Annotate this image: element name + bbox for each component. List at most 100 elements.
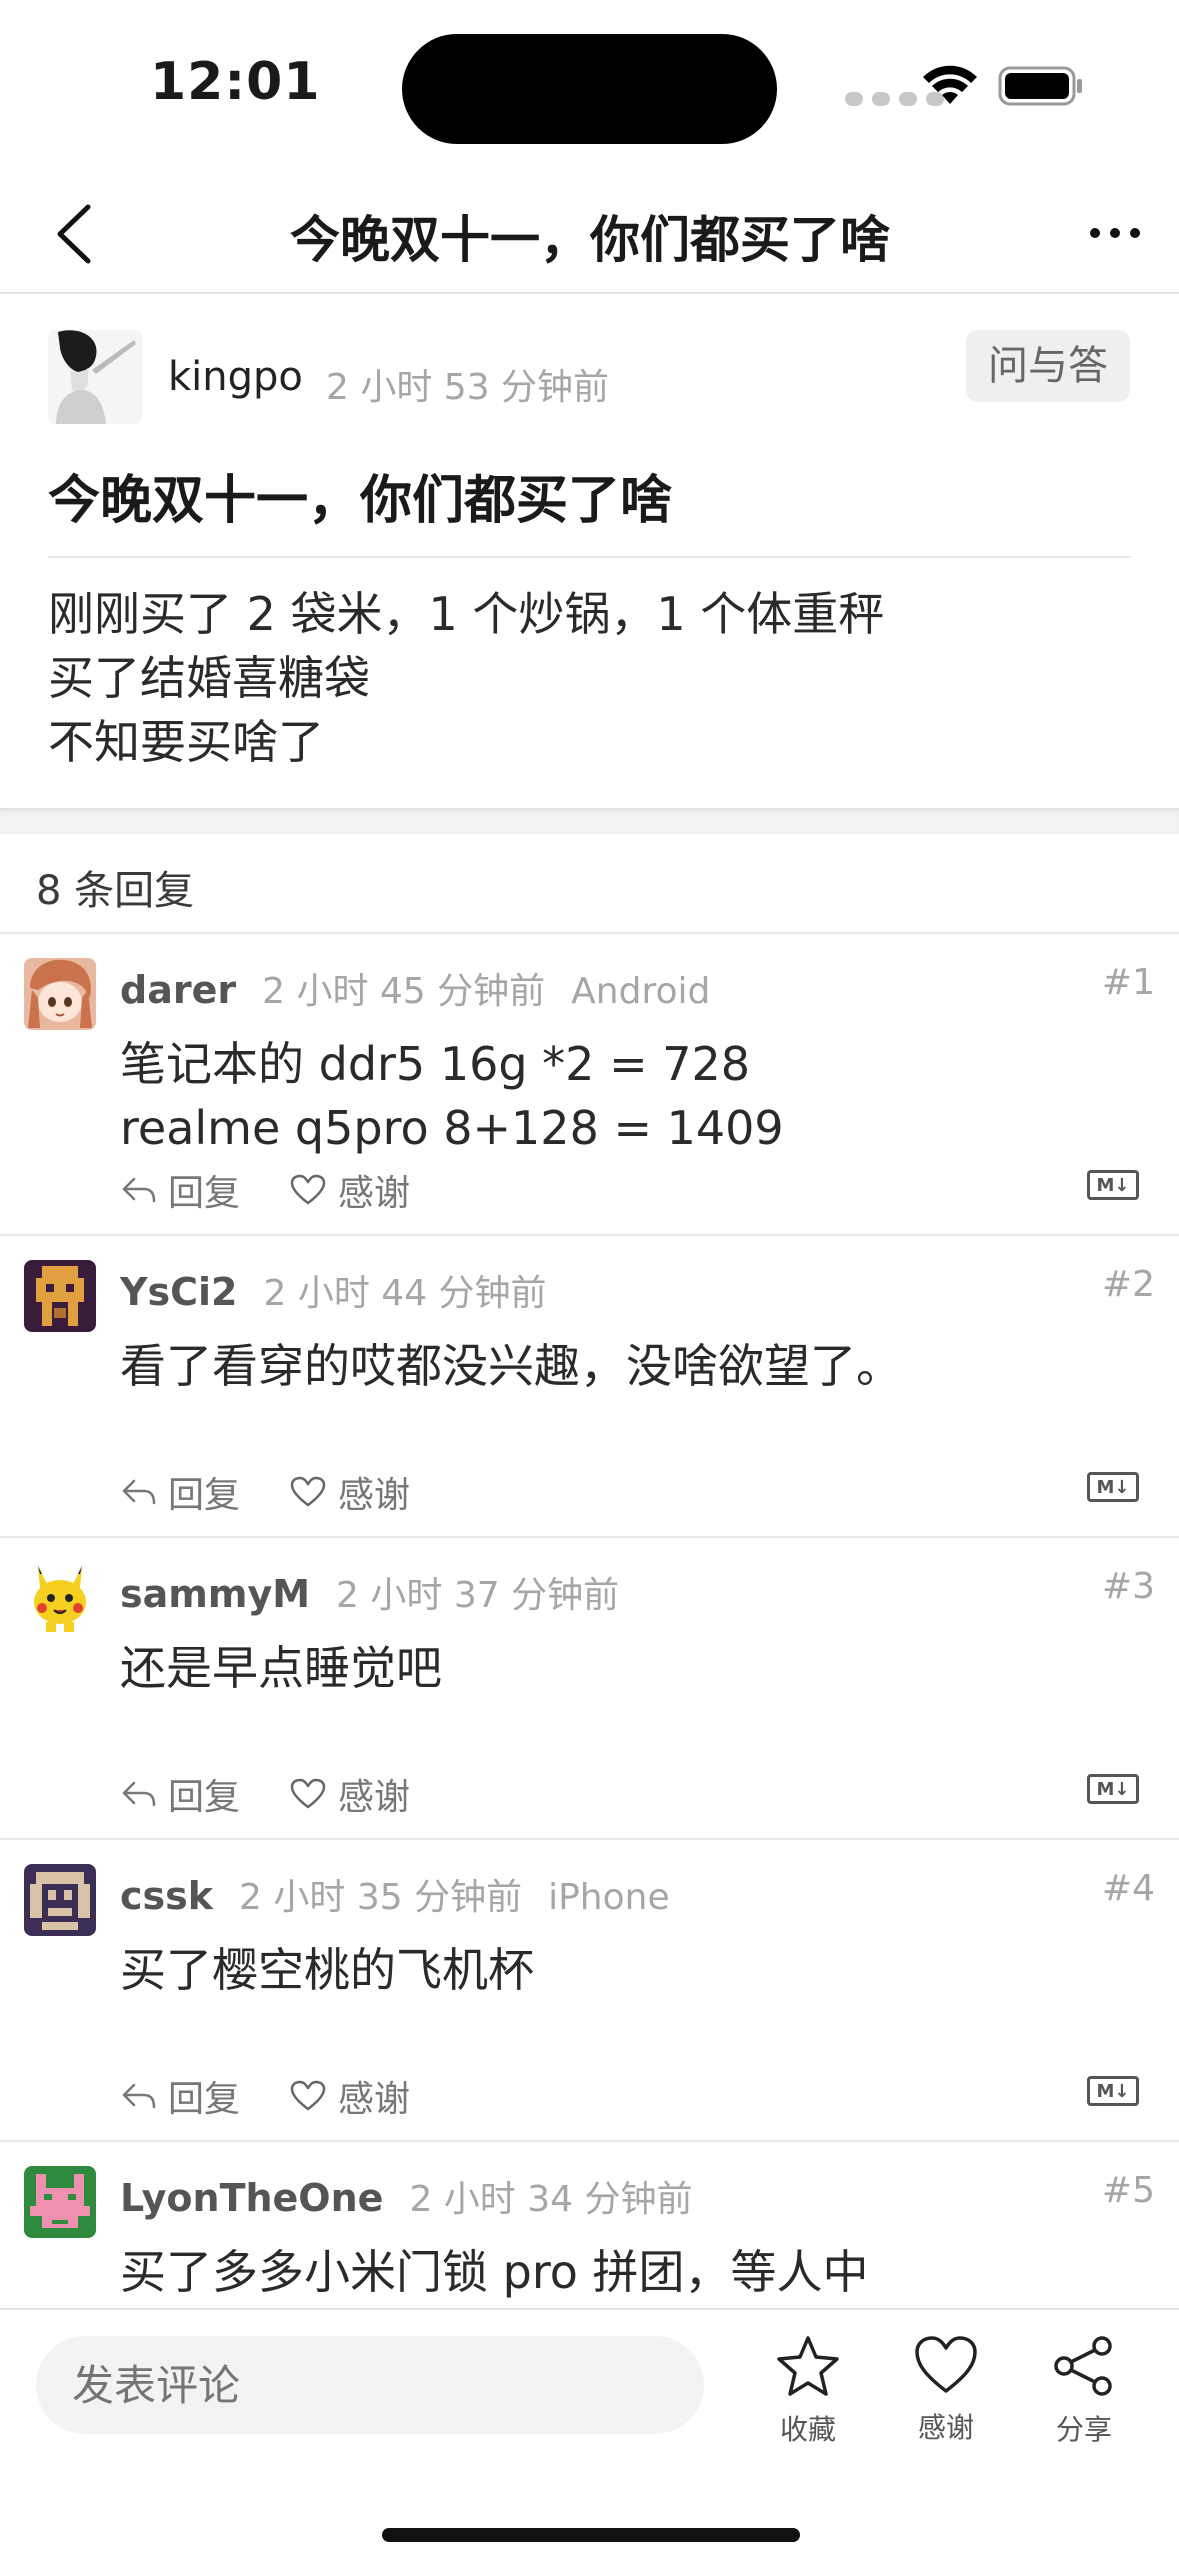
avatar[interactable]: [24, 1562, 96, 1634]
reply-author[interactable]: YsCi2: [120, 1270, 238, 1314]
reply-item: YsCi2 2 小时 44 分钟前 #2 看了看穿的哎都没兴趣，没啥欲望了。 回…: [0, 1236, 1179, 1538]
reply-button[interactable]: 回复: [120, 1768, 240, 1820]
thanks-button[interactable]: 感谢: [290, 1768, 410, 1820]
thanks-button-label: 感谢: [338, 1475, 411, 1516]
chevron-left-icon: [57, 204, 91, 264]
floor-number: #3: [1101, 1566, 1155, 1607]
reply-actions: 回复 感谢: [120, 1466, 410, 1518]
heart-icon: [290, 2080, 326, 2111]
share-button[interactable]: 分享: [1024, 2334, 1144, 2448]
reply-author[interactable]: LyonTheOne: [120, 2176, 383, 2220]
reply-meta: cssk 2 小时 35 分钟前 iPhone: [120, 1868, 670, 1920]
markdown-icon[interactable]: M↓: [1087, 1774, 1139, 1804]
divider: [48, 556, 1131, 558]
topic-time: 2 小时 53 分钟前: [326, 367, 610, 408]
reply-body-line: 笔记本的 ddr5 16g *2 = 728: [120, 1037, 751, 1091]
reply-meta: YsCi2 2 小时 44 分钟前: [120, 1264, 547, 1316]
avatar[interactable]: [24, 2166, 96, 2238]
heart-icon: [290, 1476, 326, 1507]
reply-item: cssk 2 小时 35 分钟前 iPhone #4 买了樱空桃的飞机杯 回复 …: [0, 1840, 1179, 2142]
avatar[interactable]: [24, 1260, 96, 1332]
reply-button-label: 回复: [168, 1777, 241, 1818]
avatar[interactable]: [24, 958, 96, 1030]
reply-button-label: 回复: [168, 2079, 241, 2120]
page-title: 今晚双十一，你们都买了啥: [290, 211, 890, 269]
reply-count: 8 条回复: [36, 868, 195, 914]
comment-input[interactable]: [36, 2336, 704, 2434]
reply-meta: darer 2 小时 45 分钟前 Android: [120, 962, 710, 1014]
markdown-icon[interactable]: M↓: [1087, 1170, 1139, 1200]
favorite-button[interactable]: 收藏: [748, 2334, 868, 2448]
topic-body-line: 买了结婚喜糖袋: [48, 651, 370, 705]
reply-body-line: realme q5pro 8+128 = 1409: [120, 1101, 784, 1155]
avatar[interactable]: [24, 1864, 96, 1936]
avatar-image: [24, 1260, 96, 1332]
reply-button[interactable]: 回复: [120, 1164, 240, 1216]
reply-body-line: 买了多多小米门锁 pro 拼团，等人中: [120, 2245, 869, 2299]
thanks-label: 感谢: [917, 2411, 974, 2444]
avatar[interactable]: [48, 330, 142, 424]
reply-body: 笔记本的 ddr5 16g *2 = 728 realme q5pro 8+12…: [120, 1032, 784, 1160]
reply-meta: sammyM 2 小时 37 分钟前: [120, 1566, 619, 1618]
avatar-image: [24, 958, 96, 1030]
avatar-image: [48, 330, 142, 424]
reply-arrow-icon: [122, 1177, 156, 1203]
reply-button[interactable]: 回复: [120, 2070, 240, 2122]
thanks-button[interactable]: 感谢: [290, 1466, 410, 1518]
thanks-button-label: 感谢: [338, 2079, 411, 2120]
markdown-icon[interactable]: M↓: [1087, 2076, 1139, 2106]
favorite-label: 收藏: [779, 2413, 836, 2446]
reply-body-line: 买了樱空桃的飞机杯: [120, 1943, 534, 1997]
reply-body: 买了多多小米门锁 pro 拼团，等人中: [120, 2240, 869, 2304]
bottom-toolbar: 收藏 感谢 分享: [0, 2308, 1179, 2556]
reply-body-line: 还是早点睡觉吧: [120, 1641, 442, 1695]
reply-body: 买了樱空桃的飞机杯: [120, 1938, 534, 2002]
thanks-button[interactable]: 感谢: [290, 2070, 410, 2122]
status-time: 12:01: [150, 52, 321, 112]
reply-time: 2 小时 37 分钟前: [336, 1575, 620, 1616]
reply-actions: 回复 感谢: [120, 1164, 410, 1216]
reply-device: Android: [571, 971, 711, 1012]
reply-body-line: 看了看穿的哎都没兴趣，没啥欲望了。: [120, 1339, 902, 1393]
thanks-button-label: 感谢: [338, 1173, 411, 1214]
reply-arrow-icon: [122, 1781, 156, 1807]
reply-body: 还是早点睡觉吧: [120, 1636, 442, 1700]
heart-icon: [290, 1174, 326, 1205]
avatar-image: [24, 2166, 96, 2238]
thanks-button[interactable]: 感谢: [290, 1164, 410, 1216]
topic-author[interactable]: kingpo: [168, 354, 303, 400]
back-button[interactable]: [34, 194, 114, 274]
reply-author[interactable]: sammyM: [120, 1572, 310, 1616]
reply-meta: LyonTheOne 2 小时 34 分钟前: [120, 2170, 693, 2222]
thanks-button[interactable]: 感谢: [886, 2334, 1006, 2446]
floor-number: #5: [1101, 2170, 1155, 2211]
floor-number: #2: [1101, 1264, 1155, 1305]
navigation-bar: 今晚双十一，你们都买了啥: [0, 170, 1179, 294]
status-bar: 12:01: [0, 0, 1179, 170]
reply-time: 2 小时 45 分钟前: [262, 971, 546, 1012]
reply-time: 2 小时 44 分钟前: [263, 1273, 547, 1314]
reply-time: 2 小时 35 分钟前: [239, 1877, 523, 1918]
node-badge[interactable]: 问与答: [966, 330, 1130, 402]
reply-author[interactable]: cssk: [120, 1874, 213, 1918]
markdown-icon[interactable]: M↓: [1087, 1472, 1139, 1502]
reply-device: iPhone: [548, 1877, 670, 1918]
topic-title: 今晚双十一，你们都买了啥: [48, 471, 673, 531]
reply-arrow-icon: [122, 1479, 156, 1505]
more-button[interactable]: [1080, 198, 1150, 268]
topic-body-line: 刚刚买了 2 袋米，1 个炒锅，1 个体重秤: [48, 587, 885, 641]
share-label: 分享: [1055, 2413, 1112, 2446]
reply-button-label: 回复: [168, 1173, 241, 1214]
reply-actions: 回复 感谢: [120, 2070, 410, 2122]
reply-item: sammyM 2 小时 37 分钟前 #3 还是早点睡觉吧 回复 感谢 M↓: [0, 1538, 1179, 1840]
reply-author[interactable]: darer: [120, 968, 236, 1012]
reply-arrow-icon: [122, 2083, 156, 2109]
battery-icon: [998, 66, 1082, 106]
home-indicator[interactable]: [382, 2528, 800, 2542]
reply-actions: 回复 感谢: [120, 1768, 410, 1820]
dynamic-island: [402, 34, 777, 144]
heart-icon: [290, 1778, 326, 1809]
ellipsis-icon: [1090, 228, 1140, 238]
reply-body: 看了看穿的哎都没兴趣，没啥欲望了。: [120, 1334, 902, 1398]
reply-button[interactable]: 回复: [120, 1466, 240, 1518]
